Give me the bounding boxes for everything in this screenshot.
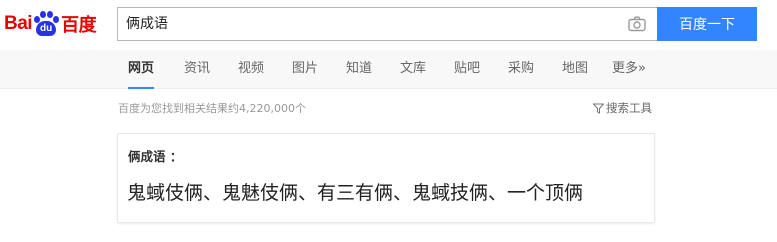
results-count: 百度为您找到相关结果约4,220,000个 — [118, 102, 306, 115]
tab-map[interactable]: 地图 — [562, 50, 588, 89]
search-tools-label: 搜索工具 — [606, 101, 652, 115]
tab-bar: 网页 资讯 视频 图片 知道 文库 贴吧 采购 地图 更多» — [0, 50, 777, 89]
tab-images[interactable]: 图片 — [292, 50, 318, 89]
search-box — [117, 7, 658, 41]
tab-zhidao[interactable]: 知道 — [346, 50, 372, 89]
tab-purchase[interactable]: 采购 — [508, 50, 534, 89]
answer-card-text: 鬼蜮伎俩、鬼魅伎俩、有三有俩、鬼蜮技俩、一个顶俩 — [127, 182, 584, 204]
tab-news[interactable]: 资讯 — [184, 50, 210, 89]
logo-paw-text: du — [36, 21, 57, 36]
filter-icon — [593, 103, 604, 114]
header-bar: Bai du 百度 百度一下 — [0, 0, 777, 50]
tab-wenku[interactable]: 文库 — [400, 50, 426, 89]
tab-tieba[interactable]: 贴吧 — [454, 50, 480, 89]
logo-text-left: Bai — [4, 13, 33, 34]
answer-card-title: 俩成语 ： — [128, 149, 183, 164]
search-button[interactable]: 百度一下 — [657, 7, 757, 41]
logo-text-right: 百度 — [61, 15, 97, 35]
search-tools-button[interactable]: 搜索工具 — [593, 100, 652, 116]
tab-more[interactable]: 更多» — [612, 50, 646, 89]
paw-icon: du — [33, 11, 60, 37]
answer-card: 俩成语 ： 鬼蜮伎俩、鬼魅伎俩、有三有俩、鬼蜮技俩、一个顶俩 — [117, 133, 655, 223]
camera-icon[interactable] — [628, 16, 646, 32]
search-input[interactable] — [126, 8, 606, 40]
baidu-logo[interactable]: Bai du 百度 — [4, 6, 110, 42]
tab-video[interactable]: 视频 — [238, 50, 264, 89]
tab-webpage[interactable]: 网页 — [128, 50, 155, 89]
